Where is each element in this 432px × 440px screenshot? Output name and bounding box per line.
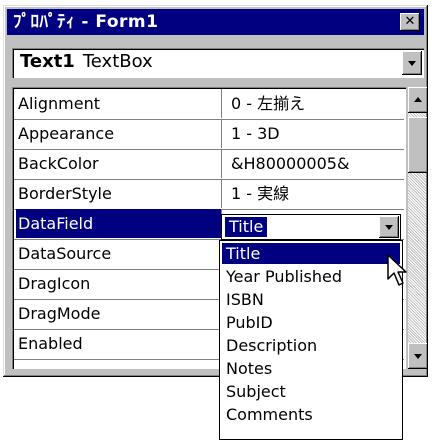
datafield-dropdown-button[interactable]	[379, 216, 399, 238]
chevron-down-icon	[408, 61, 416, 66]
chevron-down-icon	[385, 225, 393, 230]
property-name: BorderStyle	[16, 179, 222, 208]
list-item[interactable]: Year Published	[222, 266, 400, 287]
arrow-down-icon	[414, 354, 422, 359]
mouse-pointer-icon	[387, 254, 407, 286]
property-name: Enabled	[16, 329, 222, 358]
list-item[interactable]: PubID	[222, 312, 400, 333]
list-item[interactable]: Description	[222, 335, 400, 356]
property-value[interactable]: 0 - 左揃え	[227, 89, 404, 118]
list-item[interactable]: ISBN	[222, 289, 400, 310]
title-bar[interactable]: ﾌﾟﾛﾊﾟﾃｨ - Form1 ✕	[7, 9, 424, 35]
property-row-alignment[interactable]: Alignment 0 - 左揃え	[14, 89, 404, 120]
datafield-combo-value: Title	[225, 217, 268, 237]
close-icon: ✕	[404, 14, 416, 29]
property-name: DragMode	[16, 299, 222, 328]
scroll-down-button[interactable]	[408, 343, 428, 369]
scroll-up-button[interactable]	[408, 87, 428, 113]
property-name: Appearance	[16, 119, 222, 148]
close-button[interactable]: ✕	[400, 13, 420, 31]
scroll-thumb[interactable]	[408, 117, 428, 173]
property-value[interactable]: 1 - 3D	[227, 119, 404, 148]
property-name: Alignment	[16, 89, 222, 118]
window-title: ﾌﾟﾛﾊﾟﾃｨ - Form1	[13, 12, 159, 32]
datafield-combo[interactable]: Title	[221, 214, 401, 240]
object-selector[interactable]: Text1 TextBox	[12, 48, 424, 78]
list-item[interactable]: Notes	[222, 358, 400, 379]
property-row-backcolor[interactable]: BackColor &H80000005&	[14, 149, 404, 180]
vertical-scrollbar[interactable]	[408, 87, 428, 369]
property-row-appearance[interactable]: Appearance 1 - 3D	[14, 119, 404, 150]
object-dropdown-button[interactable]	[402, 51, 422, 75]
property-value[interactable]: 1 - 実線	[227, 179, 404, 208]
property-value[interactable]: &H80000005&	[227, 149, 404, 178]
property-name: DataField	[16, 209, 222, 238]
list-item[interactable]: Title	[222, 243, 400, 264]
list-item[interactable]: Comments	[222, 404, 400, 425]
property-row-borderstyle[interactable]: BorderStyle 1 - 実線	[14, 179, 404, 210]
arrow-up-icon	[414, 97, 422, 102]
object-name: Text1	[20, 51, 75, 72]
list-item[interactable]: Subject	[222, 381, 400, 402]
property-name: DragIcon	[16, 269, 222, 298]
property-name: BackColor	[16, 149, 222, 178]
object-type: TextBox	[82, 51, 153, 72]
property-name: DataSource	[16, 239, 222, 268]
datafield-options-list: Title Year Published ISBN PubID Descript…	[219, 240, 403, 440]
